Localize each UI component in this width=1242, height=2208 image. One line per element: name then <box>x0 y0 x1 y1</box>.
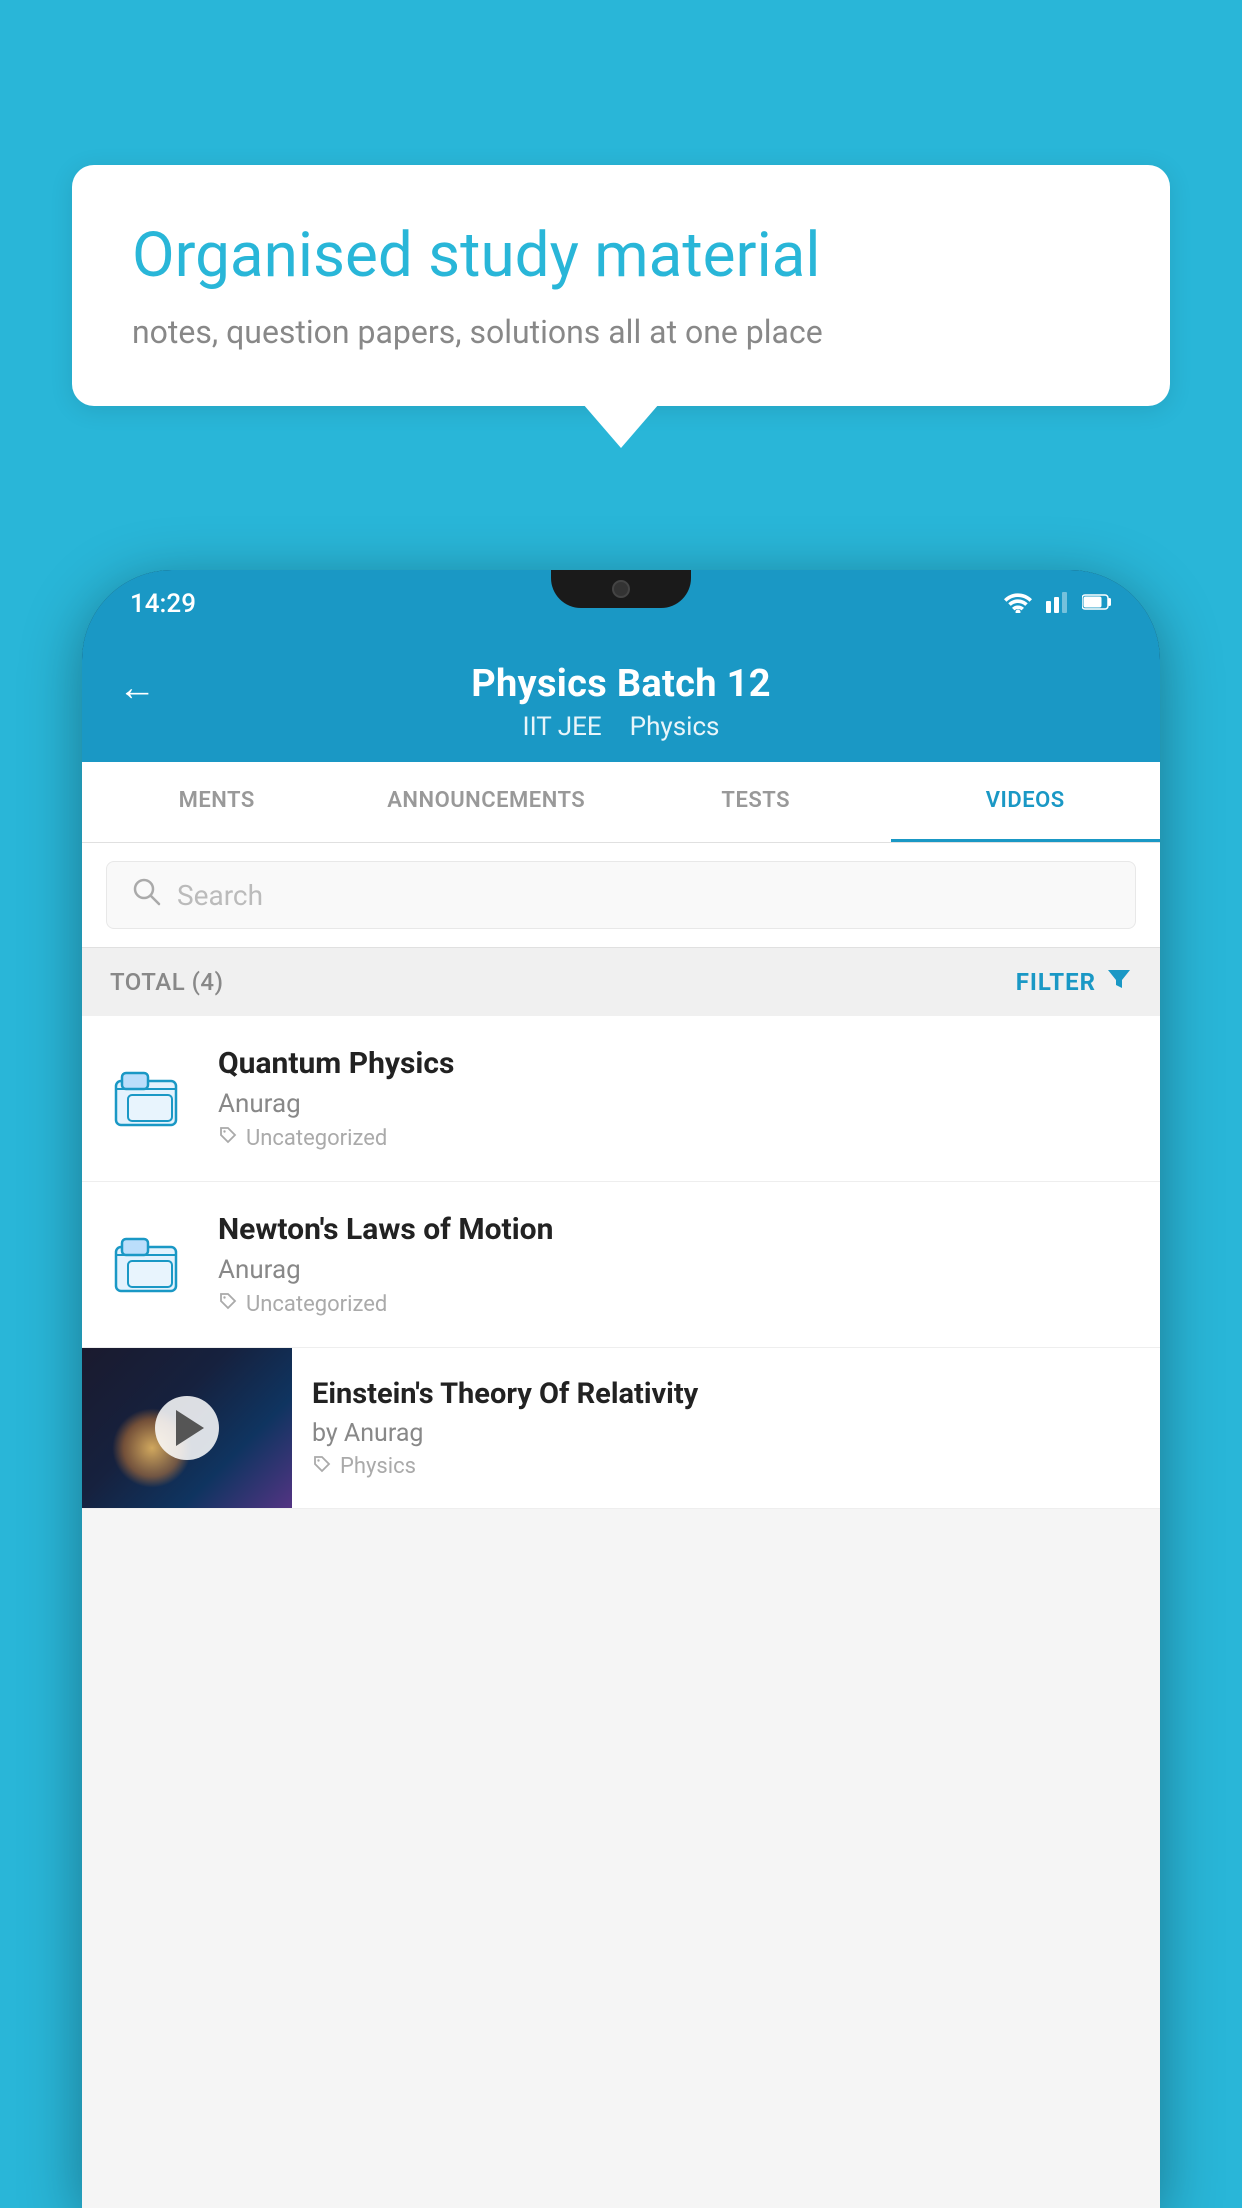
item-author: Anurag <box>218 1255 1132 1285</box>
wifi-icon <box>1004 591 1032 618</box>
folder-icon <box>110 1059 190 1139</box>
tab-ments[interactable]: MENTS <box>82 762 352 842</box>
battery-icon <box>1082 592 1112 616</box>
camera-dot <box>612 580 630 598</box>
list-item[interactable]: Einstein's Theory Of Relativity by Anura… <box>82 1348 1160 1509</box>
tag-label: Physics <box>340 1454 416 1479</box>
search-bar-wrap: Search <box>82 843 1160 948</box>
filter-button[interactable]: FILTER <box>1016 966 1132 998</box>
status-time: 14:29 <box>130 589 196 619</box>
item-tag: Uncategorized <box>218 1291 1132 1317</box>
search-icon <box>131 876 161 914</box>
item-info: Quantum Physics Anurag Uncategorized <box>218 1046 1132 1151</box>
item-tag: Uncategorized <box>218 1125 1132 1151</box>
play-triangle-icon <box>176 1410 204 1446</box>
header-subtitles: IIT JEE Physics <box>523 712 720 742</box>
tag-icon <box>312 1454 332 1480</box>
tab-announcements[interactable]: ANNOUNCEMENTS <box>352 762 622 842</box>
app-header: ← Physics Batch 12 IIT JEE Physics <box>82 638 1160 762</box>
video-thumbnail <box>82 1348 292 1508</box>
signal-icon <box>1046 591 1068 618</box>
tag-label: Uncategorized <box>246 1126 387 1151</box>
list-item[interactable]: Newton's Laws of Motion Anurag Uncategor… <box>82 1182 1160 1348</box>
speech-bubble: Organised study material notes, question… <box>72 165 1170 406</box>
notch <box>551 570 691 608</box>
item-title: Newton's Laws of Motion <box>218 1212 1132 1247</box>
item-tag: Physics <box>312 1454 1140 1480</box>
bubble-title: Organised study material <box>132 220 1110 291</box>
phone-frame: 14:29 <box>82 570 1160 2208</box>
header-sub1: IIT JEE <box>523 712 602 742</box>
filter-label: FILTER <box>1016 968 1096 996</box>
item-title: Einstein's Theory Of Relativity <box>312 1377 1140 1411</box>
tab-tests[interactable]: TESTS <box>621 762 891 842</box>
search-bar[interactable]: Search <box>106 861 1136 929</box>
item-info: Einstein's Theory Of Relativity by Anura… <box>292 1355 1160 1502</box>
phone-content: Search TOTAL (4) FILTER <box>82 843 1160 2208</box>
header-sub2: Physics <box>630 712 720 742</box>
status-icons <box>1004 591 1112 618</box>
item-author: by Anurag <box>312 1419 1140 1448</box>
bubble-subtitle: notes, question papers, solutions all at… <box>132 313 1110 351</box>
tab-videos[interactable]: VIDEOS <box>891 762 1161 842</box>
item-title: Quantum Physics <box>218 1046 1132 1081</box>
folder-icon <box>110 1225 190 1305</box>
back-button[interactable]: ← <box>118 666 156 710</box>
total-label: TOTAL (4) <box>110 968 223 996</box>
search-placeholder: Search <box>177 879 263 912</box>
tag-icon <box>218 1125 238 1151</box>
status-bar: 14:29 <box>82 570 1160 638</box>
play-button[interactable] <box>155 1396 219 1460</box>
tag-icon <box>218 1291 238 1317</box>
tabs: MENTS ANNOUNCEMENTS TESTS VIDEOS <box>82 762 1160 843</box>
video-list: Quantum Physics Anurag Uncategorized <box>82 1016 1160 1509</box>
item-info: Newton's Laws of Motion Anurag Uncategor… <box>218 1212 1132 1317</box>
filter-icon <box>1106 966 1132 998</box>
item-author: Anurag <box>218 1089 1132 1119</box>
filter-row: TOTAL (4) FILTER <box>82 948 1160 1016</box>
header-title: Physics Batch 12 <box>471 662 771 706</box>
list-item[interactable]: Quantum Physics Anurag Uncategorized <box>82 1016 1160 1182</box>
tag-label: Uncategorized <box>246 1292 387 1317</box>
